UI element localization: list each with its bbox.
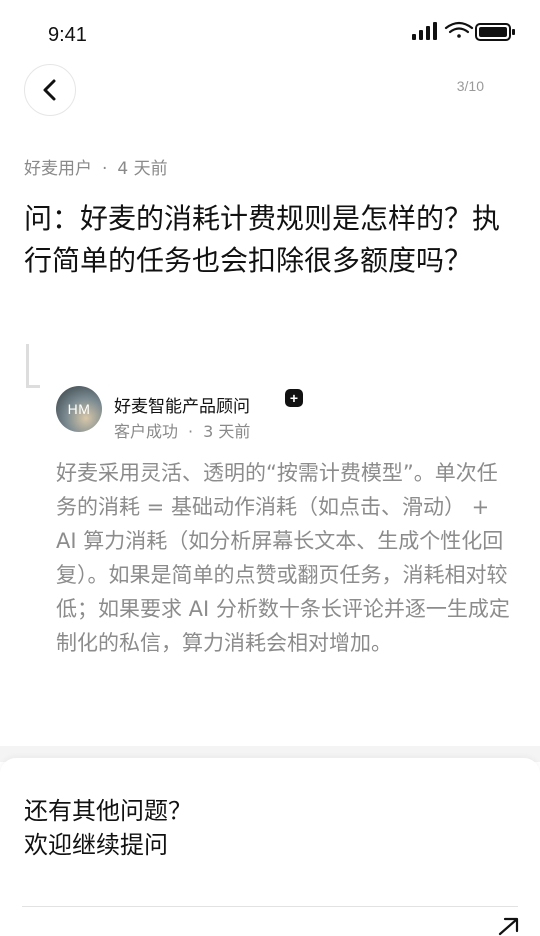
- ask-more-line2: 欢迎继续提问: [24, 831, 168, 859]
- ask-more-title: 还有其他问题？ 欢迎继续提问: [24, 794, 192, 862]
- answerer-name[interactable]: 好麦智能产品顾问: [114, 392, 250, 417]
- meta-separator: ·: [188, 422, 194, 441]
- meta-separator: ·: [102, 159, 108, 179]
- question-text: 问：好麦的消耗计费规则是怎样的？执行简单的任务也会扣除很多额度吗？: [24, 202, 501, 277]
- chevron-left-icon: [43, 79, 56, 101]
- signal-icon: [412, 22, 437, 40]
- verified-badge: +: [285, 389, 303, 407]
- quote-bracket: [26, 344, 40, 388]
- back-button[interactable]: [24, 64, 76, 116]
- arrow-up-right-icon[interactable]: [496, 914, 522, 936]
- page-indicator: 3/10: [456, 78, 484, 94]
- question-author: 好麦用户: [24, 159, 92, 179]
- question-meta: 好麦用户 · 4 天前: [24, 154, 168, 179]
- answerer-role: 客户成功: [114, 422, 179, 441]
- ask-more-line1: 还有其他问题？: [24, 797, 192, 825]
- answerer-meta: 客户成功 · 3 天前: [114, 418, 250, 442]
- status-icons: [412, 21, 515, 41]
- battery-icon: [475, 23, 515, 41]
- wifi-icon: [444, 21, 474, 38]
- answer-time: 3 天前: [203, 422, 251, 441]
- status-time: 9:41: [48, 24, 87, 46]
- card-divider: [22, 906, 518, 907]
- avatar[interactable]: HM: [56, 386, 102, 432]
- question-time: 4 天前: [117, 159, 168, 179]
- status-bar: 9:41: [0, 0, 540, 64]
- answer-text: 好麦采用灵活、透明的“按需计费模型”。单次任务的消耗 = 基础动作消耗（如点击、…: [56, 461, 510, 655]
